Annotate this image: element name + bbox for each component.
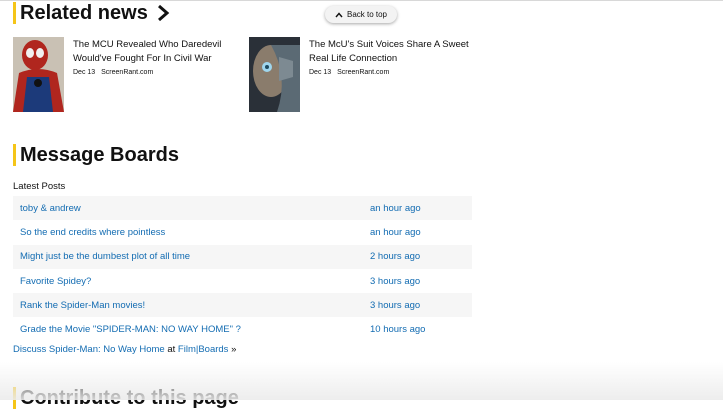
boards-link[interactable]: Film|Boards [178,344,229,355]
latest-posts-label: Latest Posts [13,181,66,192]
post-time-link[interactable]: 2 hours ago [370,251,420,262]
news-meta: Dec 13 ScreenRant.com [309,69,479,76]
bottom-fade [0,362,723,400]
accent-bar [13,2,16,24]
post-time-link[interactable]: an hour ago [370,203,421,214]
news-title[interactable]: The MCU Revealed Who Daredevil Would've … [73,38,243,66]
accent-bar [13,144,16,166]
post-title-link[interactable]: toby & andrew [20,203,370,214]
post-time-link[interactable]: 3 hours ago [370,276,420,287]
discuss-at-text: at [167,344,176,355]
top-divider [0,0,723,1]
news-item[interactable]: The McU's Suit Voices Share A Sweet Real… [249,37,479,112]
news-date: Dec 13 [73,69,96,76]
discuss-line: Discuss Spider-Man: No Way Home at Film|… [13,344,236,355]
news-thumbnail[interactable] [249,37,300,112]
news-source: ScreenRant.com [101,69,154,76]
post-title-link[interactable]: Rank the Spider-Man movies! [20,300,370,311]
message-boards-heading: Message Boards [13,144,179,166]
news-thumbnail[interactable] [13,37,64,112]
posts-table: toby & andrew an hour ago So the end cre… [13,196,472,342]
boards-suffix: » [231,344,237,355]
news-source: ScreenRant.com [337,69,390,76]
table-row[interactable]: Grade the Movie "SPIDER-MAN: NO WAY HOME… [13,317,472,342]
chevron-right-icon[interactable] [156,4,170,22]
back-to-top-label: Back to top [346,10,388,19]
post-title-link[interactable]: Grade the Movie "SPIDER-MAN: NO WAY HOME… [20,324,370,335]
news-date: Dec 13 [309,69,332,76]
table-row[interactable]: Rank the Spider-Man movies! 3 hours ago [13,293,472,318]
post-time-link[interactable]: 3 hours ago [370,300,420,311]
chevron-up-icon [335,11,343,17]
message-boards-title: Message Boards [20,144,179,166]
table-row[interactable]: So the end credits where pointless an ho… [13,220,472,245]
news-title[interactable]: The McU's Suit Voices Share A Sweet Real… [309,38,479,66]
discuss-link[interactable]: Discuss Spider-Man: No Way Home [13,344,165,355]
related-news-heading[interactable]: Related news [13,2,170,24]
post-time-link[interactable]: an hour ago [370,227,421,238]
post-time-link[interactable]: 10 hours ago [370,324,425,335]
table-row[interactable]: Favorite Spidey? 3 hours ago [13,268,472,294]
post-title-link[interactable]: So the end credits where pointless [20,227,370,238]
post-title-link[interactable]: Might just be the dumbest plot of all ti… [20,251,370,262]
back-to-top-button[interactable]: Back to top [325,6,397,23]
news-item[interactable]: The MCU Revealed Who Daredevil Would've … [13,37,243,112]
table-row[interactable]: toby & andrew an hour ago [13,196,472,221]
post-title-link[interactable]: Favorite Spidey? [20,276,370,287]
related-news-title: Related news [20,2,148,24]
table-row[interactable]: Might just be the dumbest plot of all ti… [13,244,472,269]
news-meta: Dec 13 ScreenRant.com [73,69,243,76]
